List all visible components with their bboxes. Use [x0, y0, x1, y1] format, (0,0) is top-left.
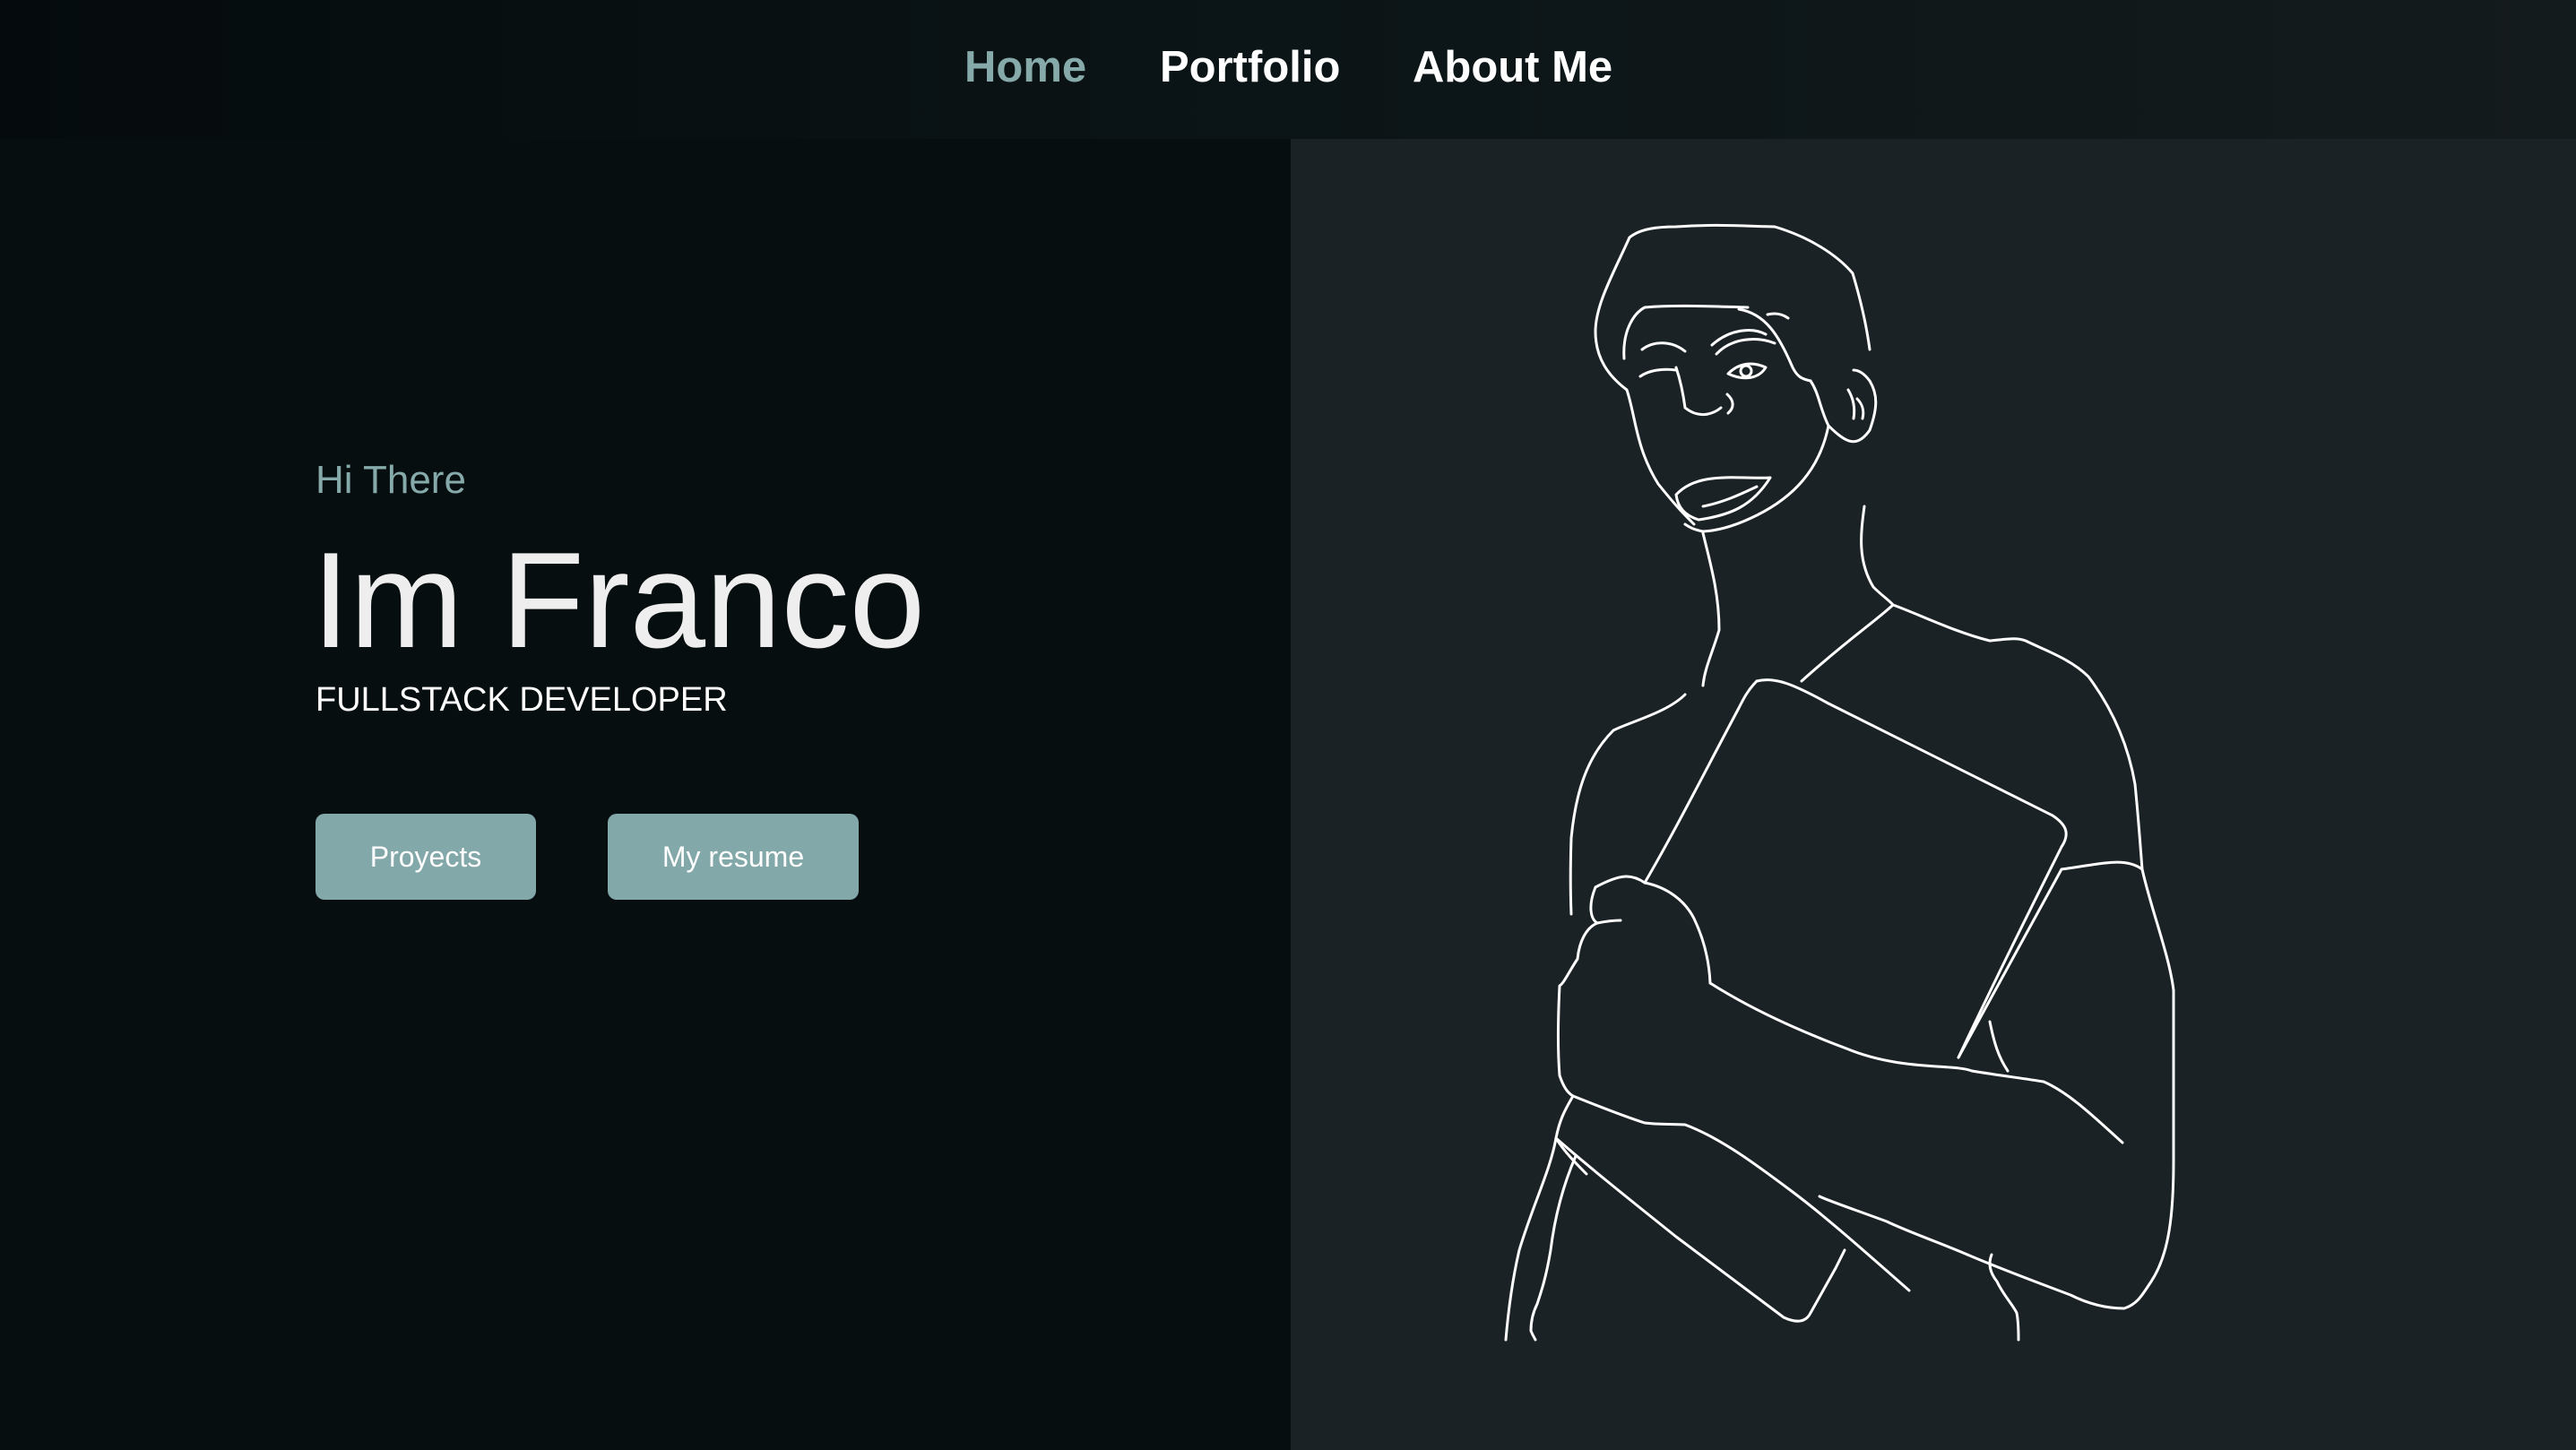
- nav-about-me-link[interactable]: About Me: [1413, 39, 1612, 96]
- nav-home-link[interactable]: Home: [964, 39, 1086, 96]
- person-holding-laptop-icon: [1504, 223, 2175, 1342]
- projects-button[interactable]: Proyects: [316, 814, 536, 900]
- resume-button[interactable]: My resume: [608, 814, 859, 900]
- hero-text-panel: [0, 139, 1291, 1450]
- hero-role: FULLSTACK DEVELOPER: [316, 681, 728, 719]
- hero-greeting: Hi There: [316, 458, 466, 502]
- nav-portfolio-link[interactable]: Portfolio: [1160, 39, 1340, 96]
- top-navigation: Home Portfolio About Me: [0, 0, 2576, 139]
- portfolio-page: Home Portfolio About Me Hi There Im Fran…: [0, 0, 2576, 1450]
- hero-name: Im Franco: [312, 524, 926, 677]
